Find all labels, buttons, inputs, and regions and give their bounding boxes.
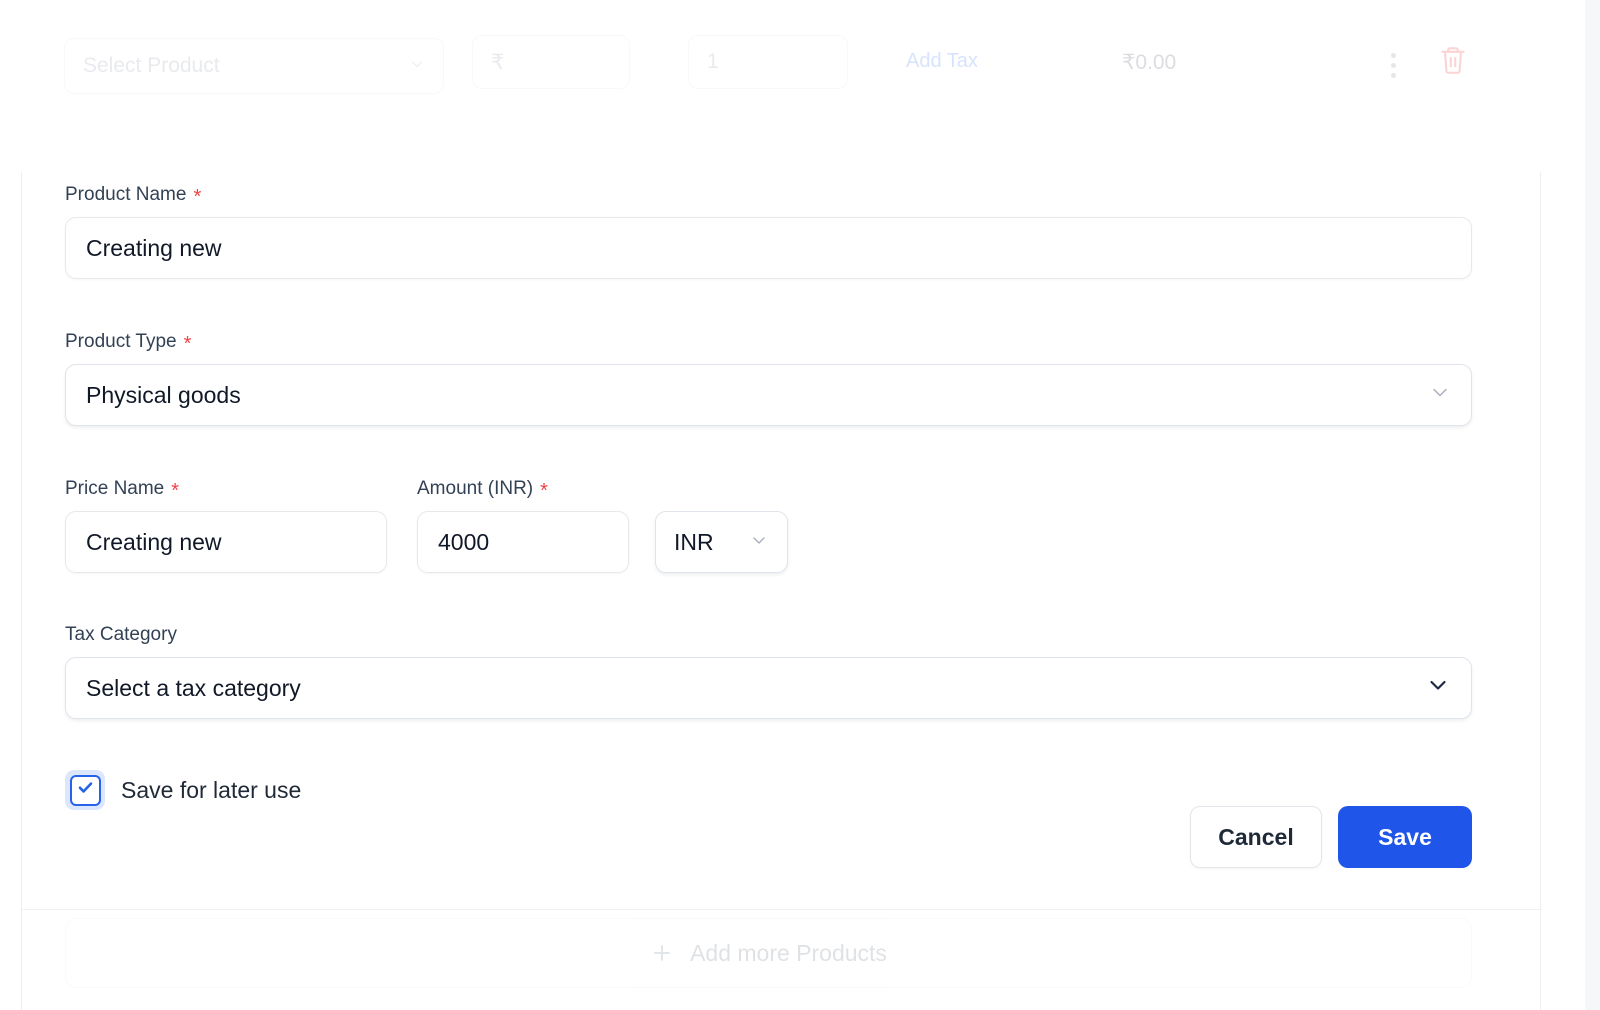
tax-category-label: Tax Category: [65, 624, 1472, 646]
tax-category-value: Select a tax category: [86, 674, 301, 701]
product-type-label: Product Type *: [65, 331, 1472, 355]
checkbox-focus-ring: [65, 770, 105, 810]
save-button-label: Save: [1378, 823, 1432, 850]
price-name-input[interactable]: Creating new: [65, 511, 387, 573]
product-select-placeholder: Select Product: [83, 54, 220, 77]
product-name-label-text: Product Name: [65, 184, 187, 205]
tax-category-label-text: Tax Category: [65, 624, 177, 645]
amount-label: Amount (INR) *: [417, 478, 629, 502]
required-asterisk: *: [171, 480, 180, 502]
kebab-dot: [1390, 72, 1396, 78]
plus-icon: [650, 941, 674, 965]
field-amount: Amount (INR) * 4000: [417, 478, 629, 573]
chevron-down-icon: [749, 529, 769, 556]
line-total-value: ₹0.00: [1122, 51, 1177, 74]
field-product-type: Product Type * Physical goods: [65, 331, 1472, 426]
checkbox-box: [69, 774, 101, 806]
page-canvas: Select Product ₹ 1 Add Tax ₹0.00 Product…: [0, 0, 1585, 1010]
add-tax-label: Add Tax: [906, 50, 978, 72]
form-actions: Cancel Save: [65, 806, 1472, 868]
product-select[interactable]: Select Product: [64, 38, 444, 94]
currency-select[interactable]: INR: [655, 511, 788, 573]
field-product-name: Product Name * Creating new: [65, 184, 1472, 279]
field-tax-category: Tax Category Select a tax category: [65, 624, 1472, 719]
add-more-products-label: Add more Products: [690, 939, 887, 966]
chevron-down-icon: [409, 56, 425, 76]
product-name-value: Creating new: [86, 234, 222, 261]
field-save-for-later: Save for later use: [65, 770, 1472, 810]
check-icon: [76, 778, 95, 802]
line-total: ₹0.00: [1122, 50, 1176, 75]
chevron-down-icon: [1425, 672, 1451, 704]
kebab-dot: [1390, 62, 1396, 68]
product-name-input[interactable]: Creating new: [65, 217, 1472, 279]
add-tax-link[interactable]: Add Tax: [906, 50, 978, 73]
cancel-button-label: Cancel: [1218, 823, 1294, 850]
required-asterisk: *: [540, 480, 548, 502]
amount-value: 4000: [438, 528, 490, 555]
product-line-item-row: Select Product ₹ 1 Add Tax ₹0.00: [0, 0, 1585, 140]
price-name-value: Creating new: [86, 528, 222, 555]
kebab-menu-icon[interactable]: [1382, 46, 1404, 84]
currency-value: INR: [674, 528, 714, 555]
field-currency: INR: [655, 511, 788, 573]
kebab-dot: [1390, 52, 1396, 58]
field-price-row: Price Name * Creating new Amount (INR) *: [65, 478, 1472, 573]
product-name-label: Product Name *: [65, 184, 1472, 208]
line-price-value: ₹: [491, 50, 505, 74]
save-for-later-label: Save for later use: [121, 776, 302, 803]
product-type-label-text: Product Type: [65, 331, 177, 352]
add-more-products-button[interactable]: Add more Products: [65, 918, 1472, 988]
amount-input[interactable]: 4000: [417, 511, 629, 573]
required-asterisk: *: [193, 186, 202, 208]
required-asterisk: *: [183, 333, 192, 355]
chevron-down-icon: [1429, 381, 1451, 409]
line-price-input[interactable]: ₹: [472, 35, 630, 89]
product-type-value: Physical goods: [86, 381, 241, 408]
product-form-card: Product Name * Creating new Product Type…: [21, 172, 1542, 1010]
price-name-label: Price Name *: [65, 478, 387, 502]
tax-category-select[interactable]: Select a tax category: [65, 657, 1472, 719]
footer-divider: [22, 909, 1542, 910]
field-price-name: Price Name * Creating new: [65, 478, 387, 573]
line-quantity-value: 1: [707, 50, 719, 73]
save-for-later-checkbox[interactable]: Save for later use: [65, 770, 1472, 810]
amount-label-text: Amount (INR): [417, 478, 534, 499]
trash-icon[interactable]: [1438, 44, 1470, 82]
product-type-select[interactable]: Physical goods: [65, 364, 1472, 426]
price-name-label-text: Price Name: [65, 478, 165, 499]
cancel-button[interactable]: Cancel: [1190, 806, 1322, 868]
line-quantity-input[interactable]: 1: [688, 35, 848, 89]
save-button[interactable]: Save: [1338, 806, 1472, 868]
